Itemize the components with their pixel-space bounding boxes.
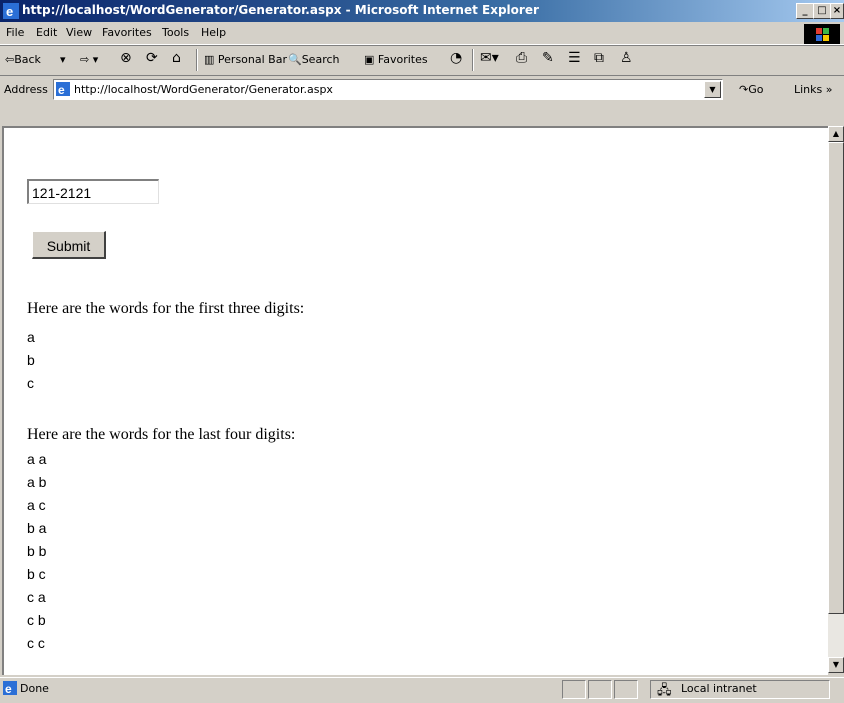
refresh-icon[interactable]: ⟳ [146, 50, 158, 66]
messenger-icon[interactable]: ♙ [620, 50, 633, 66]
personal-bar-icon: ▥ [204, 53, 215, 66]
back-dropdown-icon[interactable]: ▾ [60, 53, 66, 66]
intranet-icon: 🖧 [657, 683, 672, 698]
go-arrow-icon: ↷ [739, 83, 749, 96]
window-title: http://localhost/WordGenerator/Generator… [22, 3, 539, 17]
vertical-scrollbar[interactable]: ▲ ▼ [828, 126, 844, 673]
list-item: b [27, 352, 35, 368]
list-item: b a [27, 520, 47, 536]
menu-edit[interactable]: Edit [36, 26, 57, 39]
scroll-up-icon[interactable]: ▲ [828, 126, 844, 142]
last-digits-heading: Here are the words for the last four dig… [27, 426, 296, 443]
title-bar: e http://localhost/WordGenerator/Generat… [0, 0, 844, 22]
menu-bar: File Edit View Favorites Tools Help [0, 22, 844, 45]
page-icon: e [56, 82, 70, 96]
ie-logo-icon: e [3, 3, 19, 19]
go-label: Go [748, 83, 764, 96]
forward-button[interactable]: ⇨ ▾ [80, 53, 98, 66]
first-digits-heading: Here are the words for the first three d… [27, 300, 305, 317]
chevron-right-icon: » [825, 83, 833, 96]
svg-text:e: e [58, 83, 65, 96]
address-bar: Address e http://localhost/WordGenerator… [0, 75, 844, 103]
home-icon[interactable]: ⌂ [172, 50, 181, 66]
research-icon[interactable]: ⧉ [594, 50, 604, 66]
history-icon[interactable]: ◔ [450, 50, 462, 66]
personal-bar-button[interactable]: ▥ Personal Bar [204, 53, 287, 66]
list-item: c b [27, 612, 46, 628]
list-item: b c [27, 566, 46, 582]
page-content [2, 126, 828, 675]
security-zone: Local intranet [681, 682, 757, 695]
favorites-button[interactable]: ▣ Favorites [364, 53, 428, 66]
print-icon[interactable]: ⎙ [516, 50, 527, 66]
menu-tools[interactable]: Tools [162, 26, 189, 39]
page-icon: e [3, 681, 17, 695]
menu-help[interactable]: Help [201, 26, 226, 39]
discuss-icon[interactable]: ☰ [568, 50, 581, 66]
stop-icon[interactable]: ⊗ [120, 50, 132, 66]
status-bar: e Done 🖧 Local intranet [0, 677, 844, 700]
list-item: c c [27, 635, 45, 651]
windows-flag-icon [804, 24, 840, 44]
menu-view[interactable]: View [66, 26, 92, 39]
menu-favorites[interactable]: Favorites [102, 26, 152, 39]
standard-toolbar: ⇦Back ▾ ⇨ ▾ ⊗ ⟳ ⌂ ▥ Personal Bar 🔍Search… [0, 45, 844, 76]
list-item: a c [27, 497, 46, 513]
list-item: c [27, 375, 34, 391]
search-button[interactable]: 🔍Search [288, 53, 340, 66]
scroll-thumb[interactable] [828, 142, 844, 614]
links-label: Links [794, 83, 823, 96]
links-button[interactable]: Links » [794, 83, 833, 96]
list-item: a [27, 329, 35, 345]
status-pane [614, 680, 638, 699]
svg-text:e: e [6, 4, 13, 19]
scroll-down-icon[interactable]: ▼ [828, 657, 844, 673]
favorites-icon: ▣ [364, 53, 375, 66]
go-button[interactable]: ↷Go [739, 83, 763, 96]
search-icon: 🔍 [288, 53, 302, 66]
svg-text:e: e [5, 682, 12, 695]
status-pane [588, 680, 612, 699]
edit-icon[interactable]: ✎ [542, 50, 554, 66]
search-label: Search [301, 53, 340, 66]
address-dropdown-icon[interactable]: ▼ [704, 81, 721, 98]
toolbar-separator [472, 49, 474, 71]
address-input[interactable]: e http://localhost/WordGenerator/Generat… [53, 79, 723, 100]
favorites-label: Favorites [377, 53, 428, 66]
address-url: http://localhost/WordGenerator/Generator… [74, 83, 333, 96]
list-item: a b [27, 474, 47, 490]
mail-icon[interactable]: ✉▾ [480, 50, 499, 66]
browser-window: e http://localhost/WordGenerator/Generat… [0, 0, 844, 699]
submit-button[interactable]: Submit [32, 231, 106, 259]
list-item: a a [27, 451, 47, 467]
maximize-button[interactable]: □ [813, 3, 831, 19]
close-button[interactable]: × [830, 3, 844, 19]
phone-number-input[interactable]: 121-2121 [27, 179, 159, 204]
address-label: Address [4, 83, 48, 96]
toolbar-separator [196, 49, 198, 71]
minimize-button[interactable]: _ [796, 3, 814, 19]
back-button[interactable]: ⇦Back [5, 53, 41, 66]
status-text: Done [20, 682, 49, 695]
menu-file[interactable]: File [6, 26, 24, 39]
status-pane [562, 680, 586, 699]
list-item: b b [27, 543, 47, 559]
list-item: c a [27, 589, 46, 605]
personal-bar-label: Personal Bar [217, 53, 287, 66]
